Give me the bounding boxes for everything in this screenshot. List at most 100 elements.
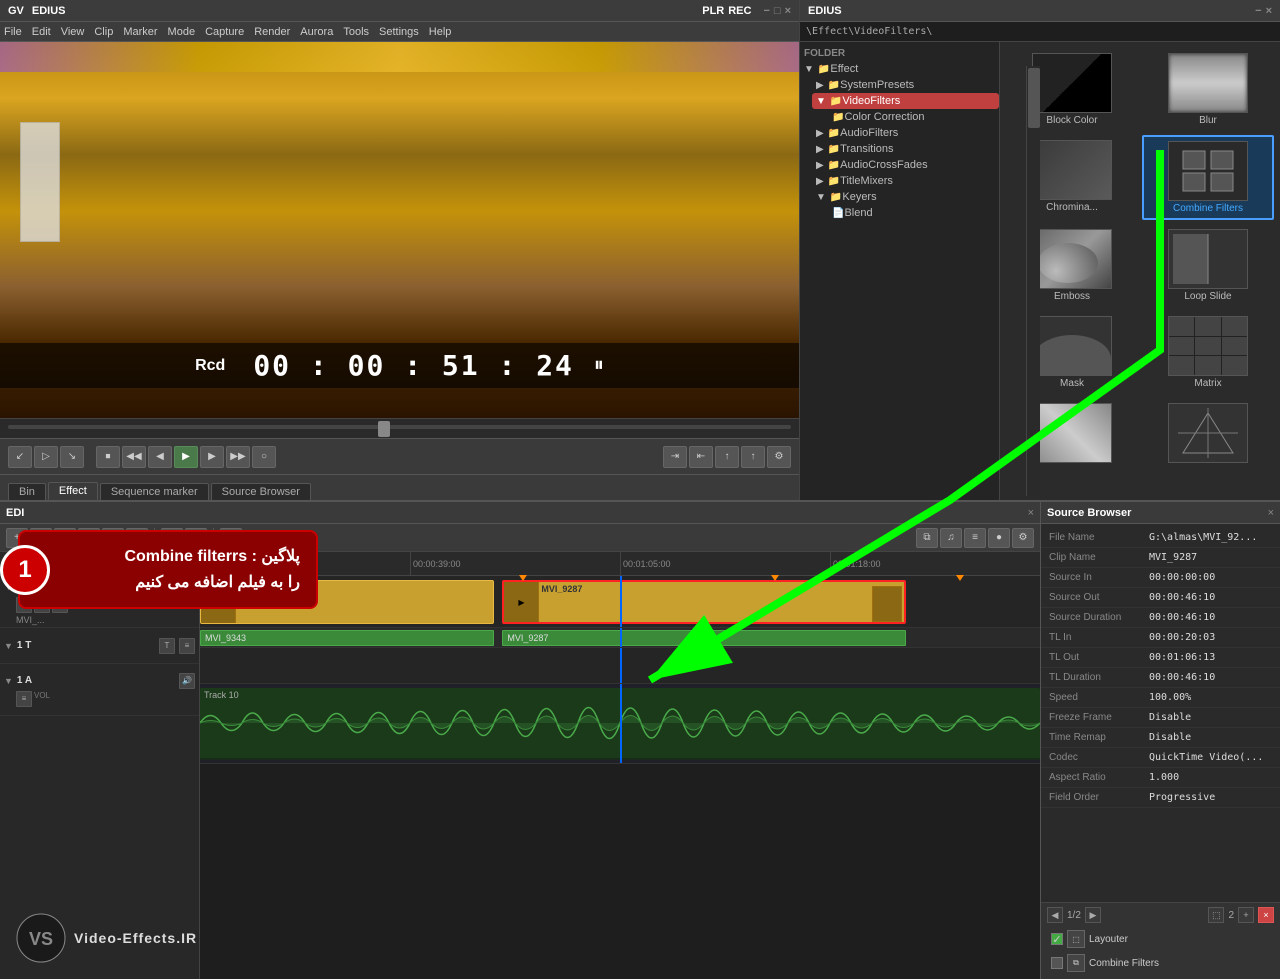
prop-aspect-key: Aspect Ratio [1049, 772, 1149, 783]
menu-capture[interactable]: Capture [205, 26, 244, 38]
menu-marker[interactable]: Marker [123, 26, 157, 38]
track-a1-expand[interactable]: ▼ [4, 676, 13, 686]
prop-time-remap-val: Disable [1149, 732, 1272, 743]
scrubber-handle[interactable] [378, 421, 390, 437]
mark-button[interactable]: ▷ [34, 446, 58, 468]
add-filter-button[interactable]: + [1238, 907, 1254, 923]
track-a1-vol[interactable]: ≡ [16, 691, 32, 707]
effects-app-name: EDIUS [808, 5, 842, 17]
tl-mixer[interactable]: ⧉ [916, 528, 938, 548]
next-frame-button[interactable]: ▶▶ [226, 446, 250, 468]
maximize-button[interactable]: □ [774, 5, 781, 17]
prev-frame-button[interactable]: ◀◀ [122, 446, 146, 468]
close-button[interactable]: × [785, 5, 791, 17]
page-nav-prev[interactable]: ◀ [1047, 907, 1063, 923]
track-t1-name: 1 T [17, 640, 31, 651]
stop-button[interactable]: ⏹ [96, 446, 120, 468]
loop-button[interactable]: ○ [252, 446, 276, 468]
crossfades-icon: 📁 [828, 160, 840, 171]
menu-view[interactable]: View [61, 26, 85, 38]
tree-transitions[interactable]: ▶ 📁 Transitions [812, 141, 999, 157]
effect-loop-slide[interactable]: Loop Slide [1142, 224, 1274, 307]
effect-blur[interactable]: Blur [1142, 48, 1274, 131]
play-button[interactable]: ▶ [174, 446, 198, 468]
tree-title-mixers[interactable]: ▶ 📁 TitleMixers [812, 173, 999, 189]
title-track-playhead [620, 648, 622, 683]
tree-effect[interactable]: ▼ 📁 Effect [800, 61, 999, 77]
track-t1-t[interactable]: T [159, 638, 175, 654]
menu-tools[interactable]: Tools [343, 26, 369, 38]
tree-keyers[interactable]: ▼ 📁 Keyers [812, 189, 999, 205]
tree-system-presets[interactable]: ▶ 📁 SystemPresets [812, 77, 999, 93]
track-t1-expand[interactable]: ▼ [4, 641, 13, 651]
clip-mvi-9287[interactable]: ▶ MVI_9287 [502, 580, 905, 624]
tree-system-presets-label: SystemPresets [840, 79, 914, 91]
prop-speed: Speed 100.00% [1041, 688, 1280, 708]
expand-icon: ▼ [804, 64, 814, 75]
timecode-display: 00 : 00 : 51 : 24 [253, 349, 574, 382]
timeline-close[interactable]: × [1028, 507, 1034, 519]
tl-settings[interactable]: ⚙ [1012, 528, 1034, 548]
page-nav-next[interactable]: ▶ [1085, 907, 1101, 923]
tab-bin[interactable]: Bin [8, 483, 46, 500]
timeline-ruler[interactable]: 00:00:26:00 00:00:39:00 00:01:05:00 00:0… [200, 552, 1040, 576]
prop-clip-name-key: Clip Name [1049, 552, 1149, 563]
layouter-checkbox[interactable]: ✓ [1051, 933, 1063, 945]
menu-render[interactable]: Render [254, 26, 290, 38]
menu-clip[interactable]: Clip [94, 26, 113, 38]
transport-bar: ↙ ▷ ↘ ⏹ ◀◀ ◀ ▶ ▶ ▶▶ ○ ⇥ ⇤ ↑ [0, 438, 799, 474]
combine-checkbox[interactable] [1051, 957, 1063, 969]
prop-time-remap: Time Remap Disable [1041, 728, 1280, 748]
audio-subtrack: MVI_9343 MVI_9287 [200, 628, 1040, 648]
effects-scrollbar[interactable] [1026, 66, 1040, 496]
track-a1-mute[interactable]: 🔊 [179, 673, 195, 689]
menu-help[interactable]: Help [429, 26, 452, 38]
effect-blur-thumb [1168, 53, 1248, 113]
prop-codec-key: Codec [1049, 752, 1149, 763]
tl-audio-mixer[interactable]: ♫ [940, 528, 962, 548]
props-close[interactable]: × [1268, 507, 1274, 519]
tree-color-correction[interactable]: 📁 Color Correction [824, 109, 999, 125]
tab-effect[interactable]: Effect [48, 482, 98, 500]
tl-level[interactable]: ≡ [964, 528, 986, 548]
effect-matrix[interactable]: Matrix [1142, 311, 1274, 394]
effects-close[interactable]: × [1266, 5, 1272, 17]
settings-transport-button[interactable]: ⚙ [767, 446, 791, 468]
menu-file[interactable]: File [4, 26, 22, 38]
menu-mode[interactable]: Mode [168, 26, 196, 38]
track-t1-sync[interactable]: ≡ [179, 638, 195, 654]
prop-tl-in-key: TL In [1049, 632, 1149, 643]
menu-aurora[interactable]: Aurora [300, 26, 333, 38]
effect-combine-filters[interactable]: Combine Filters [1142, 135, 1274, 220]
effects-scrollbar-thumb[interactable] [1028, 68, 1040, 128]
edius-logo: GV [8, 5, 24, 17]
annotation-number-badge: 1 [0, 545, 50, 595]
tab-sequence-marker[interactable]: Sequence marker [100, 483, 209, 500]
tree-audio-crossfades[interactable]: ▶ 📁 AudioCrossFades [812, 157, 999, 173]
prop-source-duration: Source Duration 00:00:46:10 [1041, 608, 1280, 628]
tree-video-filters[interactable]: ▼ 📁 VideoFilters [812, 93, 999, 109]
mark-in-button[interactable]: ↙ [8, 446, 32, 468]
menu-edit[interactable]: Edit [32, 26, 51, 38]
out-in-button[interactable]: ⇤ [689, 446, 713, 468]
mark-in2-button[interactable]: ↑ [715, 446, 739, 468]
mark-out-button[interactable]: ↘ [60, 446, 84, 468]
step-fwd-button[interactable]: ▶ [200, 446, 224, 468]
mark-out2-button[interactable]: ↑ [741, 446, 765, 468]
menu-settings[interactable]: Settings [379, 26, 419, 38]
tab-source-browser[interactable]: Source Browser [211, 483, 311, 500]
tree-audio-filters[interactable]: ▶ 📁 AudioFilters [812, 125, 999, 141]
folder-panel: FOLDER ▼ 📁 Effect ▶ 📁 SystemPresets ▼ [800, 42, 1000, 500]
effect-misc2[interactable] [1142, 398, 1274, 470]
tl-record[interactable]: ● [988, 528, 1010, 548]
tree-blend[interactable]: 📄 Blend [824, 205, 999, 221]
prop-tl-in: TL In 00:00:20:03 [1041, 628, 1280, 648]
delete-filter-button[interactable]: × [1258, 907, 1274, 923]
in-out-button[interactable]: ⇥ [663, 446, 687, 468]
step-back-button[interactable]: ◀ [148, 446, 172, 468]
app-name: EDIUS [32, 5, 66, 17]
minimize-button[interactable]: − [763, 5, 769, 17]
effects-minimize[interactable]: − [1255, 5, 1261, 17]
folder-label: FOLDER [800, 46, 999, 61]
preview-scrubber[interactable] [0, 418, 799, 438]
